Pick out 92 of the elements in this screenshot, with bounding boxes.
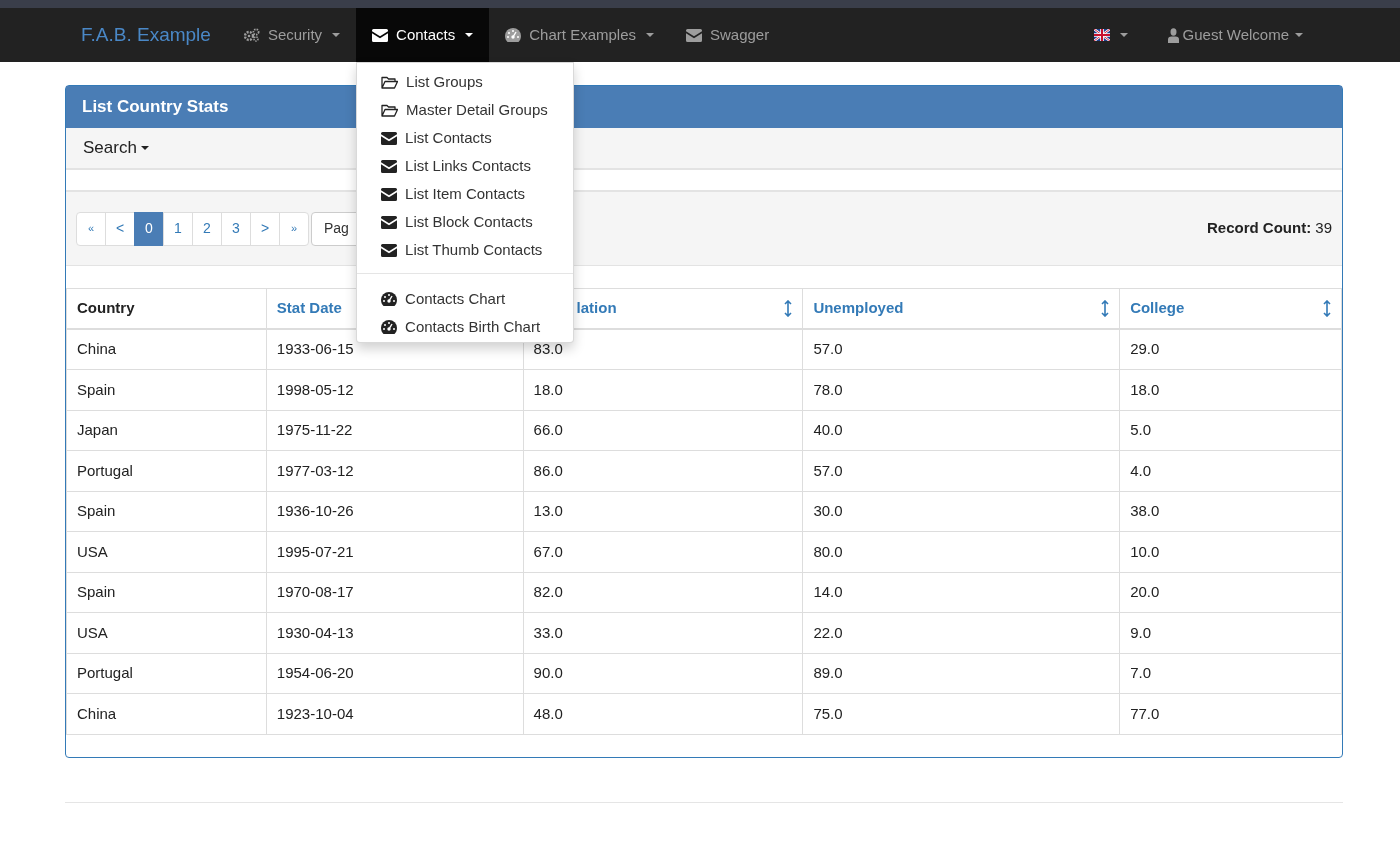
table-cell: 57.0: [802, 329, 1120, 370]
table-cell: Spain: [66, 369, 267, 410]
nav-menu-item[interactable]: Swagger: [670, 8, 786, 62]
envelope-icon: [381, 131, 398, 145]
table-cell: 14.0: [802, 572, 1120, 613]
nav-menu-item[interactable]: Chart Examples: [489, 8, 670, 62]
table-cell: 1930-04-13: [266, 612, 524, 653]
dropdown-item[interactable]: List Links Contacts: [357, 152, 574, 180]
table-cell: 33.0: [523, 612, 803, 653]
table-cell: 1970-08-17: [266, 572, 524, 613]
table-cell: 89.0: [802, 653, 1120, 694]
table-cell: 86.0: [523, 450, 803, 491]
page-link[interactable]: 3: [221, 211, 251, 246]
table-cell: 18.0: [1119, 369, 1342, 410]
dashboard-icon: [505, 28, 522, 42]
table-cell: Spain: [66, 572, 267, 613]
table-cell: 22.0: [802, 612, 1120, 653]
table-cell: 82.0: [523, 572, 803, 613]
table-cell: 78.0: [802, 369, 1120, 410]
table-cell: 1975-11-22: [266, 410, 524, 451]
table-cell: China: [66, 693, 267, 734]
page-link[interactable]: >: [250, 211, 280, 246]
dropdown-item[interactable]: Contacts Chart: [357, 285, 574, 313]
table-cell: Spain: [66, 491, 267, 532]
page-link[interactable]: «: [76, 211, 106, 246]
table-cell: 38.0: [1119, 491, 1342, 532]
table-cell: USA: [66, 531, 267, 572]
nav-menu-item[interactable]: Contacts: [356, 8, 490, 62]
envelope-icon: [686, 28, 702, 42]
column-header: Country: [77, 298, 135, 319]
table-cell: 40.0: [802, 410, 1120, 451]
caret-icon: [140, 146, 149, 150]
folder-icon: [381, 75, 399, 89]
column-header[interactable]: Stat Date: [276, 297, 342, 320]
table-cell: USA: [66, 612, 267, 653]
dropdown-item[interactable]: List Item Contacts: [357, 180, 574, 208]
table-cell: 66.0: [523, 410, 803, 451]
table-cell: Portugal: [66, 450, 267, 491]
table-cell: 4.0: [1119, 450, 1342, 491]
envelope-icon: [372, 28, 389, 42]
table-cell: 77.0: [1119, 693, 1342, 734]
table-cell: 57.0: [802, 450, 1120, 491]
table-cell: Japan: [66, 410, 267, 451]
table-cell: 5.0: [1119, 410, 1342, 451]
table-cell: 1998-05-12: [266, 369, 524, 410]
user-icon: [1167, 27, 1179, 43]
table-cell: 1936-10-26: [266, 491, 524, 532]
sort-icon[interactable]: [1101, 300, 1110, 317]
table-cell: 1923-10-04: [266, 693, 524, 734]
table-cell: China: [66, 329, 267, 370]
flag-icon: [1093, 29, 1110, 41]
column-header[interactable]: Unemployed: [813, 297, 904, 320]
table-cell: 75.0: [802, 693, 1120, 734]
table-cell: 67.0: [523, 531, 803, 572]
user-menu[interactable]: Guest Welcome: [1151, 8, 1319, 62]
envelope-icon: [381, 187, 398, 201]
page-link[interactable]: »: [279, 211, 309, 246]
dashboard-icon: [381, 320, 398, 334]
page-link[interactable]: 1: [163, 211, 193, 246]
table-cell: 1995-07-21: [266, 531, 524, 572]
sort-icon[interactable]: [1323, 300, 1331, 317]
table-cell: 80.0: [802, 531, 1120, 572]
envelope-icon: [381, 215, 398, 229]
table-cell: 1977-03-12: [266, 450, 524, 491]
table-cell: 29.0: [1119, 329, 1342, 370]
dashboard-icon: [381, 292, 398, 306]
table-cell: 30.0: [802, 491, 1120, 532]
folder-icon: [381, 103, 399, 117]
nav-menu-item[interactable]: Security: [226, 8, 357, 62]
table-cell: 9.0: [1119, 612, 1342, 653]
envelope-icon: [381, 243, 398, 257]
table-cell: 48.0: [523, 693, 803, 734]
table-cell: 18.0: [523, 369, 803, 410]
envelope-icon: [381, 159, 398, 173]
gears-icon: [242, 28, 260, 42]
table-cell: Portugal: [66, 653, 267, 694]
record-count: Record Count: 39: [1206, 218, 1332, 239]
table-cell: 10.0: [1119, 531, 1342, 572]
brand-link[interactable]: F.A.B. Example: [65, 20, 227, 50]
table-cell: 7.0: [1119, 653, 1342, 694]
page-link[interactable]: 2: [192, 211, 222, 246]
table-cell: 90.0: [523, 653, 803, 694]
page-link[interactable]: <: [105, 211, 135, 246]
table-cell: 1954-06-20: [266, 653, 524, 694]
table-cell: 20.0: [1119, 572, 1342, 613]
page-link[interactable]: 0: [134, 211, 164, 246]
search-dropdown[interactable]: Search: [83, 135, 149, 161]
column-header[interactable]: College: [1130, 297, 1185, 320]
table-cell: 13.0: [523, 491, 803, 532]
column-header[interactable]: lation: [576, 297, 617, 320]
sort-icon[interactable]: [784, 300, 793, 317]
dropdown-item[interactable]: Master Detail Groups: [357, 96, 574, 124]
